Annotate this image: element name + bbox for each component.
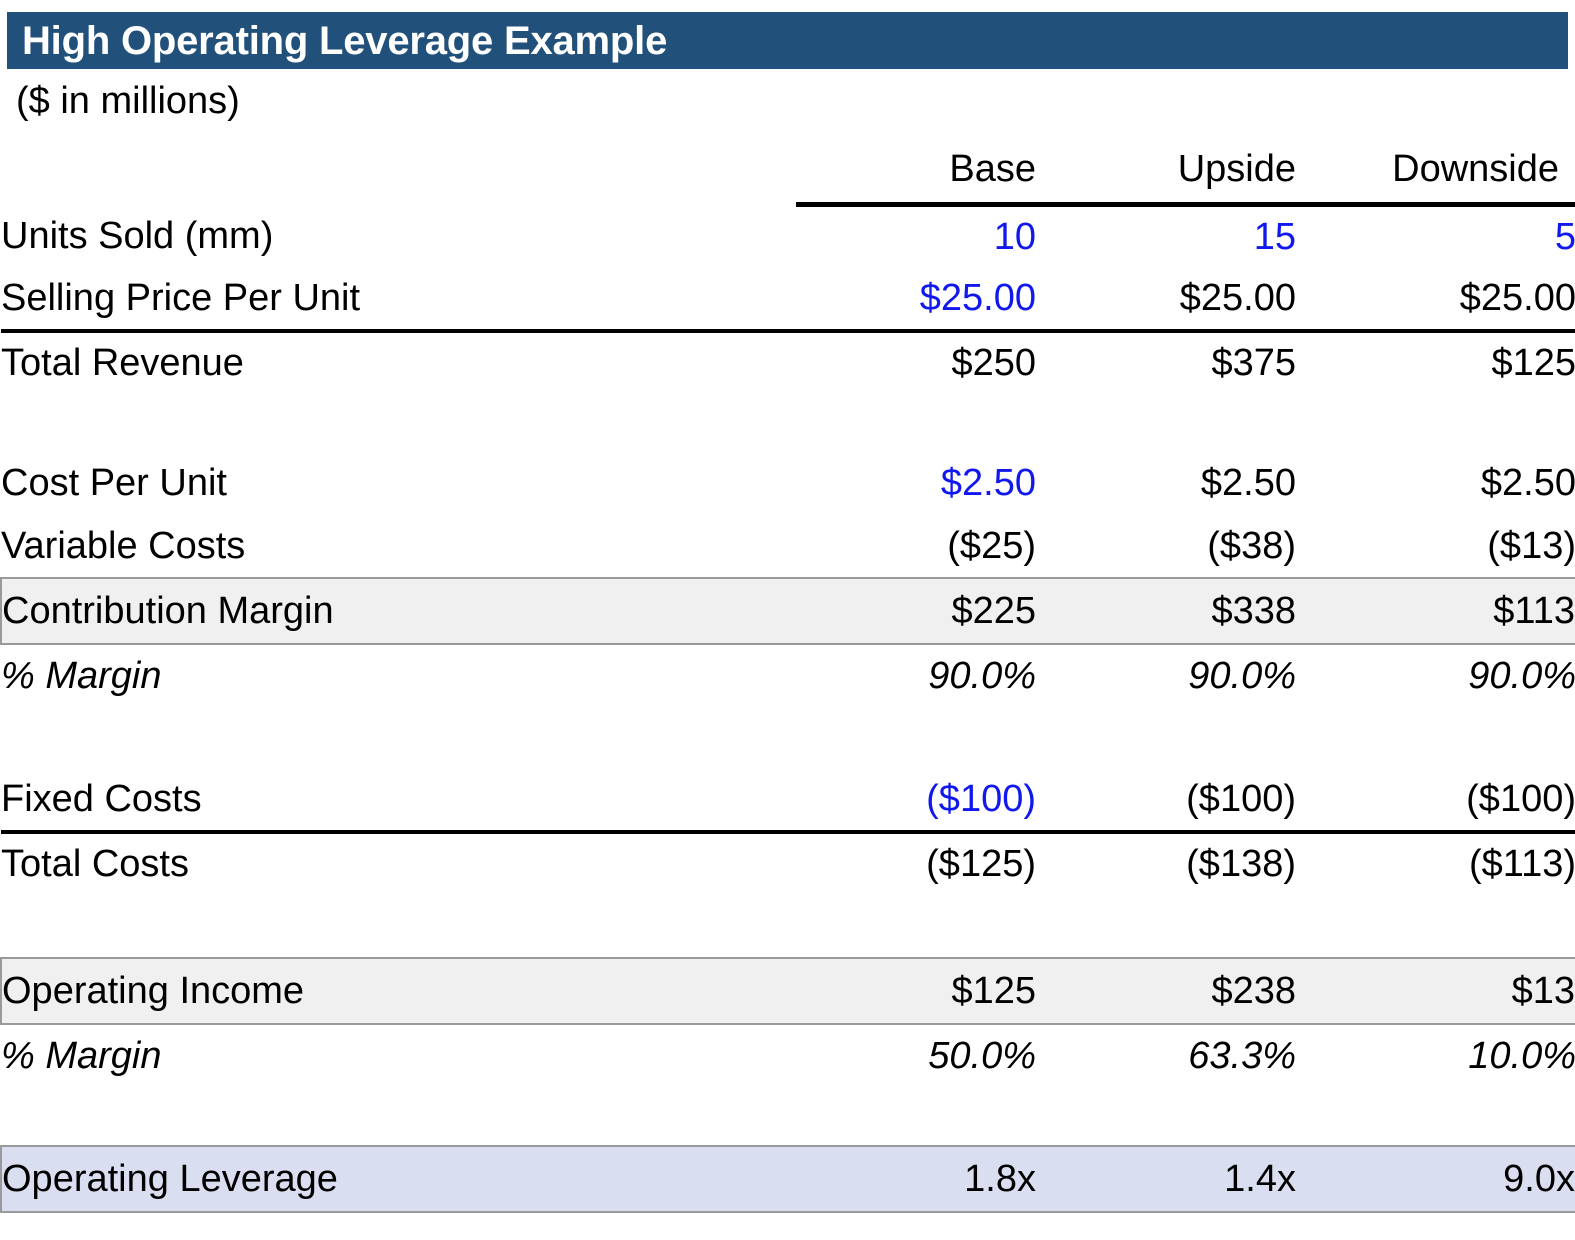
cell-cost-per-unit-upside[interactable]: $2.50 — [1056, 452, 1318, 515]
row-label-operating-margin-pct: % Margin — [1, 1034, 162, 1077]
cell-contribution-margin-pct-upside: 90.0% — [1188, 654, 1296, 697]
cell-operating-margin-pct-upside: 63.3% — [1188, 1034, 1296, 1077]
page-title: High Operating Leverage Example — [22, 18, 668, 63]
table-row-total-revenue: Total Revenue $250 $375 $125 — [1, 328, 1575, 394]
spacer-row-1 — [1, 394, 1575, 452]
cell-total-revenue-downside: $125 — [1318, 328, 1575, 394]
units-note: ($ in millions) — [16, 80, 240, 122]
row-label-total-revenue: Total Revenue — [1, 328, 796, 394]
cell-contribution-margin-upside: $338 — [1056, 576, 1318, 645]
cell-variable-costs-base: ($25) — [947, 524, 1036, 567]
table-row-units-sold: Units Sold (mm) 10 15 5 — [1, 205, 1575, 268]
cell-fixed-costs-base[interactable]: ($100) — [796, 769, 1056, 832]
cell-total-costs-upside: ($138) — [1056, 829, 1318, 895]
cell-contribution-margin-downside: $113 — [1318, 576, 1575, 645]
table-header-row: Base Upside Downside — [1, 140, 1575, 207]
row-label-operating-income: Operating Income — [0, 956, 796, 1025]
table-row-selling-price: Selling Price Per Unit $25.00 $25.00 $25… — [1, 268, 1575, 331]
column-header-upside: Upside — [1056, 140, 1318, 207]
row-label-variable-costs: Variable Costs — [1, 524, 246, 567]
cell-operating-margin-pct-downside: 10.0% — [1468, 1034, 1575, 1077]
row-label-fixed-costs: Fixed Costs — [1, 778, 202, 820]
table-row-variable-costs: Variable Costs ($25) ($38) ($13) — [1, 515, 1575, 578]
operating-leverage-table: Base Upside Downside Units Sold (mm) 10 … — [0, 140, 1575, 1213]
table-row-operating-income: Operating Income $125 $238 $13 — [0, 956, 1575, 1025]
spacer-row-2 — [1, 707, 1575, 769]
cell-operating-leverage-base: 1.8x — [796, 1144, 1056, 1213]
row-label-operating-leverage: Operating Leverage — [0, 1144, 796, 1213]
row-label-total-costs: Total Costs — [1, 829, 796, 895]
cell-operating-income-base: $125 — [796, 956, 1056, 1025]
row-label-selling-price: Selling Price Per Unit — [1, 277, 361, 319]
cell-total-costs-downside: ($113) — [1318, 829, 1575, 895]
cell-operating-income-downside: $13 — [1318, 956, 1575, 1025]
cell-selling-price-base[interactable]: $25.00 — [796, 268, 1056, 331]
row-label-contribution-margin: Contribution Margin — [0, 576, 796, 645]
table-row-cost-per-unit: Cost Per Unit $2.50 $2.50 $2.50 — [1, 452, 1575, 515]
cell-total-revenue-base: $250 — [796, 328, 1056, 394]
spreadsheet-canvas: High Operating Leverage Example ($ in mi… — [0, 0, 1575, 1240]
table-row-total-costs: Total Costs ($125) ($138) ($113) — [1, 829, 1575, 895]
cell-fixed-costs-downside[interactable]: ($100) — [1318, 769, 1575, 832]
cell-cost-per-unit-downside[interactable]: $2.50 — [1318, 452, 1575, 515]
spacer-row-4 — [1, 1087, 1575, 1146]
title-bar: High Operating Leverage Example — [7, 12, 1568, 69]
table-row-fixed-costs: Fixed Costs ($100) ($100) ($100) — [1, 769, 1575, 832]
cell-fixed-costs-upside[interactable]: ($100) — [1056, 769, 1318, 832]
cell-contribution-margin-pct-downside: 90.0% — [1468, 654, 1575, 697]
column-header-base: Base — [796, 140, 1056, 207]
table-row-contribution-margin: Contribution Margin $225 $338 $113 — [0, 576, 1575, 645]
cell-contribution-margin-base: $225 — [796, 576, 1056, 645]
cell-operating-margin-pct-base: 50.0% — [928, 1034, 1036, 1077]
cell-selling-price-upside[interactable]: $25.00 — [1056, 268, 1318, 331]
cell-units-sold-base[interactable]: 10 — [796, 205, 1056, 268]
cell-contribution-margin-pct-base: 90.0% — [928, 654, 1036, 697]
cell-variable-costs-downside: ($13) — [1487, 524, 1575, 567]
cell-operating-leverage-upside: 1.4x — [1056, 1144, 1318, 1213]
column-header-downside: Downside — [1318, 140, 1575, 207]
row-label-units-sold: Units Sold (mm) — [1, 215, 274, 257]
cell-variable-costs-upside: ($38) — [1207, 524, 1296, 567]
row-label-cost-per-unit: Cost Per Unit — [1, 462, 227, 504]
table-row-operating-leverage: Operating Leverage 1.8x 1.4x 9.0x — [0, 1144, 1575, 1213]
header-spacer — [1, 140, 796, 205]
spacer-row-3 — [1, 895, 1575, 958]
cell-units-sold-downside[interactable]: 5 — [1318, 205, 1575, 268]
cell-cost-per-unit-base[interactable]: $2.50 — [796, 452, 1056, 515]
cell-operating-income-upside: $238 — [1056, 956, 1318, 1025]
table-row-operating-margin-pct: % Margin 50.0% 63.3% 10.0% — [1, 1024, 1575, 1087]
cell-total-revenue-upside: $375 — [1056, 328, 1318, 394]
cell-total-costs-base: ($125) — [796, 829, 1056, 895]
cell-selling-price-downside[interactable]: $25.00 — [1318, 268, 1575, 331]
row-label-contribution-margin-pct: % Margin — [1, 654, 162, 697]
cell-operating-leverage-downside: 9.0x — [1318, 1144, 1575, 1213]
table-row-contribution-margin-pct: % Margin 90.0% 90.0% 90.0% — [1, 644, 1575, 707]
cell-units-sold-upside[interactable]: 15 — [1056, 205, 1318, 268]
